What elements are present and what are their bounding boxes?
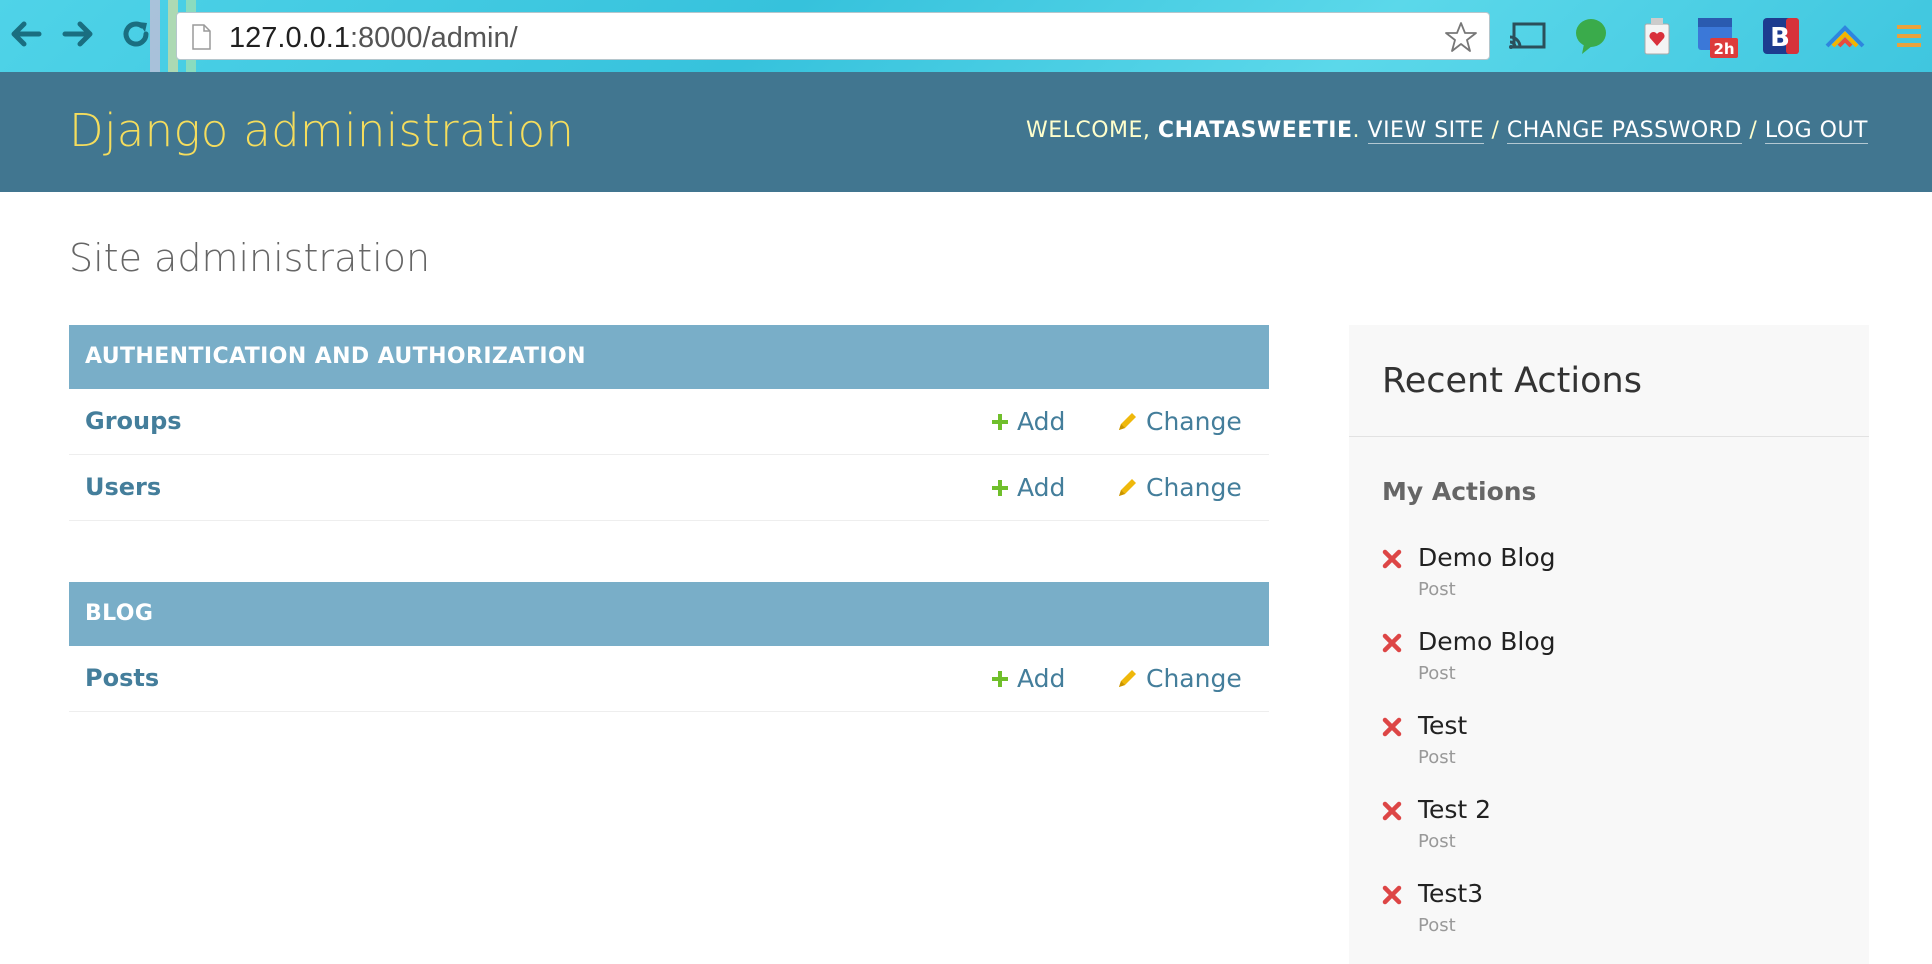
url-path: :8000/admin/ xyxy=(349,22,518,54)
b-extension[interactable]: B xyxy=(1760,14,1802,58)
hamburger-menu-icon xyxy=(1897,25,1921,47)
separator: / xyxy=(1484,118,1507,143)
add-label: Add xyxy=(1017,407,1066,436)
model-link-posts[interactable]: Posts xyxy=(85,664,159,692)
change-label: Change xyxy=(1146,473,1242,502)
change-users-button[interactable]: Change xyxy=(1116,473,1242,502)
delete-x-icon xyxy=(1382,717,1402,737)
site-header: Django administration WELCOME, CHATASWEE… xyxy=(0,72,1932,192)
url-text[interactable]: 127.0.0.1:8000/admin/ xyxy=(229,22,518,55)
welcome-text: WELCOME, xyxy=(1025,118,1158,143)
module-caption[interactable]: AUTHENTICATION AND AUTHORIZATION xyxy=(69,325,1269,389)
pencil-icon xyxy=(1119,669,1136,687)
my-actions-heading: My Actions xyxy=(1382,477,1537,506)
action-object-type: Post xyxy=(1418,831,1456,852)
delete-x-icon xyxy=(1382,633,1402,653)
delete-x-icon xyxy=(1382,885,1402,905)
model-row-users: Users Add Change xyxy=(69,455,1269,521)
action-object-link[interactable]: Test3 xyxy=(1418,879,1483,908)
model-link-groups[interactable]: Groups xyxy=(85,407,182,435)
plus-icon xyxy=(992,479,1008,496)
change-label: Change xyxy=(1146,407,1242,436)
heart-jar-icon xyxy=(1644,18,1670,55)
add-label: Add xyxy=(1017,473,1066,502)
calendar-icon: 2h xyxy=(1698,18,1738,58)
evernote-extension[interactable] xyxy=(1570,14,1612,58)
add-groups-button[interactable]: Add xyxy=(991,407,1065,436)
page-icon xyxy=(192,24,211,50)
module-blog: BLOG Posts Add Change xyxy=(69,582,1269,712)
recent-actions-panel: Recent Actions My Actions Demo Blog Post… xyxy=(1349,325,1869,964)
action-object-type: Post xyxy=(1418,747,1456,768)
delete-x-icon xyxy=(1382,549,1402,569)
page-title: Site administration xyxy=(69,236,431,280)
cast-extension[interactable] xyxy=(1506,14,1548,58)
address-bar[interactable]: 127.0.0.1:8000/admin/ xyxy=(176,12,1490,60)
site-title[interactable]: Django administration xyxy=(69,104,574,157)
speech-bubble-icon xyxy=(1576,19,1606,54)
browser-menu-button[interactable] xyxy=(1892,14,1926,58)
welcome-suffix: . xyxy=(1352,118,1368,143)
extension-badge: 2h xyxy=(1713,40,1734,58)
arrow-right-icon xyxy=(62,21,93,47)
back-button[interactable] xyxy=(6,14,46,54)
action-object-link[interactable]: Test 2 xyxy=(1418,795,1491,824)
letter-b-icon: B xyxy=(1763,18,1799,54)
url-host: 127.0.0.1 xyxy=(229,22,350,54)
action-object-type: Post xyxy=(1418,915,1456,936)
drive-extension[interactable] xyxy=(1824,14,1866,58)
add-users-button[interactable]: Add xyxy=(991,473,1065,502)
view-site-link[interactable]: VIEW SITE xyxy=(1367,118,1484,144)
arrow-left-icon xyxy=(11,21,42,47)
plus-icon xyxy=(992,413,1008,430)
model-link-users[interactable]: Users xyxy=(85,473,161,501)
change-posts-button[interactable]: Change xyxy=(1116,664,1242,693)
change-label: Change xyxy=(1146,664,1242,693)
add-label: Add xyxy=(1017,664,1066,693)
reload-icon xyxy=(123,21,149,47)
model-row-posts: Posts Add Change xyxy=(69,646,1269,712)
rainbow-icon xyxy=(1825,25,1865,48)
module-caption[interactable]: BLOG xyxy=(69,582,1269,646)
cast-icon xyxy=(1509,22,1546,49)
plus-icon xyxy=(992,670,1008,687)
reload-button[interactable] xyxy=(116,14,156,54)
pencil-icon xyxy=(1119,478,1136,496)
username: CHATASWEETIE xyxy=(1157,118,1353,143)
extension-letter: B xyxy=(1770,23,1790,53)
separator: / xyxy=(1741,118,1765,143)
change-groups-button[interactable]: Change xyxy=(1116,407,1242,436)
model-row-groups: Groups Add Change xyxy=(69,389,1269,455)
user-tools: WELCOME, CHATASWEETIE. VIEW SITE / CHANG… xyxy=(1025,118,1868,144)
add-posts-button[interactable]: Add xyxy=(991,664,1065,693)
action-object-link[interactable]: Demo Blog xyxy=(1418,627,1556,656)
forward-button[interactable] xyxy=(58,14,98,54)
calendar-extension[interactable]: 2h xyxy=(1696,14,1738,58)
action-object-link[interactable]: Test xyxy=(1418,711,1467,740)
module-authentication: AUTHENTICATION AND AUTHORIZATION Groups … xyxy=(69,325,1269,521)
action-object-link[interactable]: Demo Blog xyxy=(1418,543,1556,572)
log-out-link[interactable]: LOG OUT xyxy=(1764,118,1868,144)
delete-x-icon xyxy=(1382,801,1402,821)
pencil-icon xyxy=(1119,412,1136,430)
recent-actions-title: Recent Actions xyxy=(1382,361,1642,401)
pocket-extension[interactable] xyxy=(1636,14,1678,58)
bookmark-star-icon[interactable] xyxy=(1445,21,1477,53)
change-password-link[interactable]: CHANGE PASSWORD xyxy=(1506,118,1742,144)
browser-toolbar: 127.0.0.1:8000/admin/ 2h B xyxy=(0,0,1932,72)
divider xyxy=(1349,436,1869,437)
action-object-type: Post xyxy=(1418,663,1456,684)
action-object-type: Post xyxy=(1418,579,1456,600)
